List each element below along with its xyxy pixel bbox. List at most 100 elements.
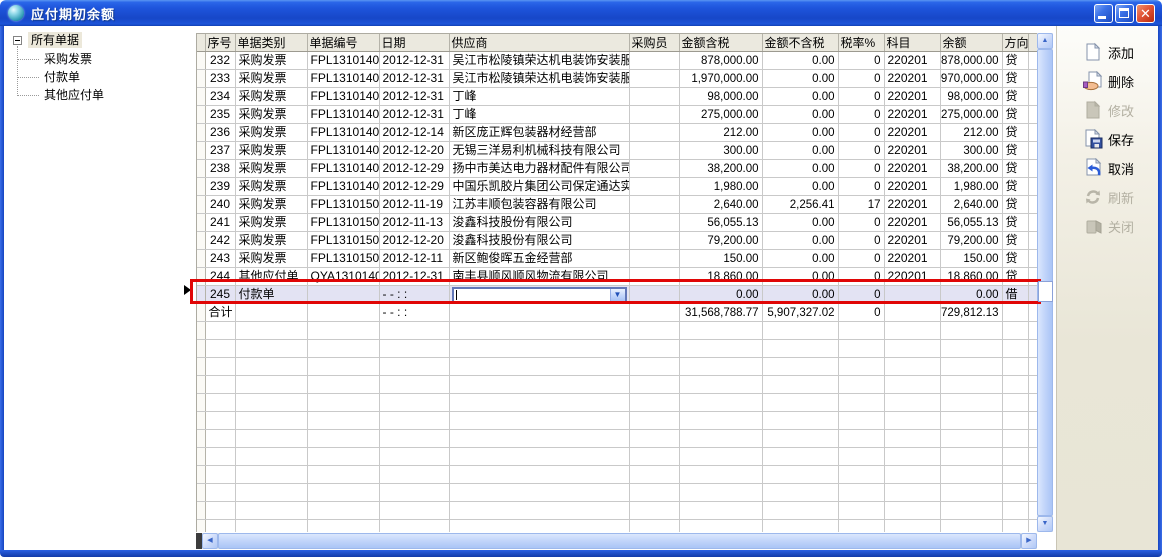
table-cell[interactable]: 0.00	[762, 70, 838, 88]
table-cell[interactable]	[884, 322, 940, 340]
table-cell[interactable]	[449, 520, 629, 533]
table-cell[interactable]: 237	[205, 142, 235, 160]
table-cell[interactable]: 239	[205, 178, 235, 196]
table-cell[interactable]: 2012-12-31	[379, 106, 449, 124]
table-cell[interactable]: 300.00	[679, 142, 762, 160]
table-cell[interactable]: 0.00	[762, 106, 838, 124]
table-cell[interactable]: 220201	[884, 178, 940, 196]
table-cell[interactable]: 2012-12-31	[379, 268, 449, 286]
add-button[interactable]: 添加	[1083, 40, 1134, 64]
table-cell[interactable]	[884, 304, 940, 322]
table-cell[interactable]: 2,640.00	[679, 196, 762, 214]
table-cell[interactable]: FPL1310140	[307, 70, 379, 88]
table-cell[interactable]: 0	[838, 106, 884, 124]
table-cell[interactable]	[884, 466, 940, 484]
table-cell[interactable]: 729,812.13	[940, 304, 1002, 322]
row-selector-cell[interactable]	[197, 520, 205, 533]
table-cell[interactable]	[235, 304, 307, 322]
row-selector-cell[interactable]	[197, 52, 205, 70]
table-cell[interactable]	[379, 340, 449, 358]
table-cell[interactable]: QYA1310140	[307, 268, 379, 286]
table-cell[interactable]: 贷	[1002, 88, 1028, 106]
table-cell[interactable]	[762, 358, 838, 376]
row-selector-cell[interactable]	[197, 466, 205, 484]
table-cell[interactable]: 245	[205, 286, 235, 304]
table-cell[interactable]	[1002, 412, 1028, 430]
table-cell[interactable]	[762, 502, 838, 520]
table-cell[interactable]: 1,980.00	[679, 178, 762, 196]
table-cell[interactable]: 0	[838, 70, 884, 88]
table-cell[interactable]: 浚鑫科技股份有限公司	[449, 232, 629, 250]
table-cell[interactable]: 220201	[884, 124, 940, 142]
table-cell[interactable]	[762, 520, 838, 533]
horizontal-scrollbar[interactable]: ◀ ▶	[196, 533, 1037, 549]
table-cell[interactable]: 212.00	[679, 124, 762, 142]
header-cell-4[interactable]: 供应商	[449, 34, 629, 52]
row-selector-cell[interactable]	[197, 322, 205, 340]
table-cell[interactable]	[379, 358, 449, 376]
table-cell[interactable]: 0	[838, 160, 884, 178]
table-cell[interactable]	[307, 394, 379, 412]
row-selector-cell[interactable]	[197, 394, 205, 412]
table-cell[interactable]: 0.00	[762, 160, 838, 178]
header-cell-0[interactable]: 序号	[205, 34, 235, 52]
table-cell[interactable]: 220201	[884, 142, 940, 160]
table-cell[interactable]	[762, 322, 838, 340]
table-cell[interactable]: 220201	[884, 268, 940, 286]
table-cell[interactable]: 0.00	[762, 250, 838, 268]
table-cell[interactable]	[449, 412, 629, 430]
table-cell[interactable]	[307, 448, 379, 466]
table-cell[interactable]	[629, 448, 679, 466]
table-cell[interactable]	[629, 178, 679, 196]
table-cell[interactable]: 0	[838, 286, 884, 304]
table-cell[interactable]	[449, 484, 629, 502]
table-cell[interactable]	[449, 466, 629, 484]
table-cell[interactable]: 17	[838, 196, 884, 214]
table-cell[interactable]: 220201	[884, 196, 940, 214]
table-cell[interactable]: 吴江市松陵镇荣达机电装饰安装服	[449, 70, 629, 88]
table-cell[interactable]: FPL1310150	[307, 196, 379, 214]
table-cell[interactable]	[205, 448, 235, 466]
table-cell[interactable]: 吴江市松陵镇荣达机电装饰安装服	[449, 52, 629, 70]
table-cell[interactable]: 扬中市美达电力器材配件有限公司	[449, 160, 629, 178]
table-cell[interactable]: 采购发票	[235, 106, 307, 124]
table-cell[interactable]	[205, 484, 235, 502]
table-cell[interactable]: 150.00	[940, 250, 1002, 268]
table-cell[interactable]	[235, 484, 307, 502]
table-cell[interactable]: ▼	[449, 286, 629, 304]
table-cell[interactable]: 付款单	[235, 286, 307, 304]
table-cell[interactable]	[629, 250, 679, 268]
table-cell[interactable]	[307, 412, 379, 430]
table-cell[interactable]	[1002, 448, 1028, 466]
table-cell[interactable]	[1002, 322, 1028, 340]
table-cell[interactable]: 238	[205, 160, 235, 178]
maximize-button[interactable]	[1115, 4, 1134, 23]
table-cell[interactable]: 232	[205, 52, 235, 70]
table-cell[interactable]: 0	[838, 250, 884, 268]
table-cell[interactable]	[940, 394, 1002, 412]
table-cell[interactable]: 220201	[884, 160, 940, 178]
table-cell[interactable]: 1,980.00	[940, 178, 1002, 196]
table-cell[interactable]	[235, 358, 307, 376]
table-cell[interactable]	[884, 430, 940, 448]
row-selector-cell[interactable]	[197, 196, 205, 214]
table-cell[interactable]: 220201	[884, 88, 940, 106]
table-cell[interactable]: 240	[205, 196, 235, 214]
table-cell[interactable]: 采购发票	[235, 178, 307, 196]
table-cell[interactable]: FPL1310150	[307, 232, 379, 250]
table-cell[interactable]: 300.00	[940, 142, 1002, 160]
tree-item-2[interactable]: 其他应付单	[44, 87, 104, 103]
table-cell[interactable]	[1002, 340, 1028, 358]
table-cell[interactable]: 38,200.00	[940, 160, 1002, 178]
table-cell[interactable]	[235, 430, 307, 448]
table-cell[interactable]: 采购发票	[235, 52, 307, 70]
row-selector-cell[interactable]	[197, 106, 205, 124]
table-cell[interactable]: 贷	[1002, 232, 1028, 250]
table-cell[interactable]: 220201	[884, 214, 940, 232]
table-cell[interactable]: FPL1310140	[307, 106, 379, 124]
table-cell[interactable]	[235, 466, 307, 484]
table-cell[interactable]	[940, 430, 1002, 448]
cancel-button[interactable]: 取消	[1083, 156, 1134, 180]
table-cell[interactable]: 新区鲍俊晖五金经营部	[449, 250, 629, 268]
table-cell[interactable]	[449, 322, 629, 340]
